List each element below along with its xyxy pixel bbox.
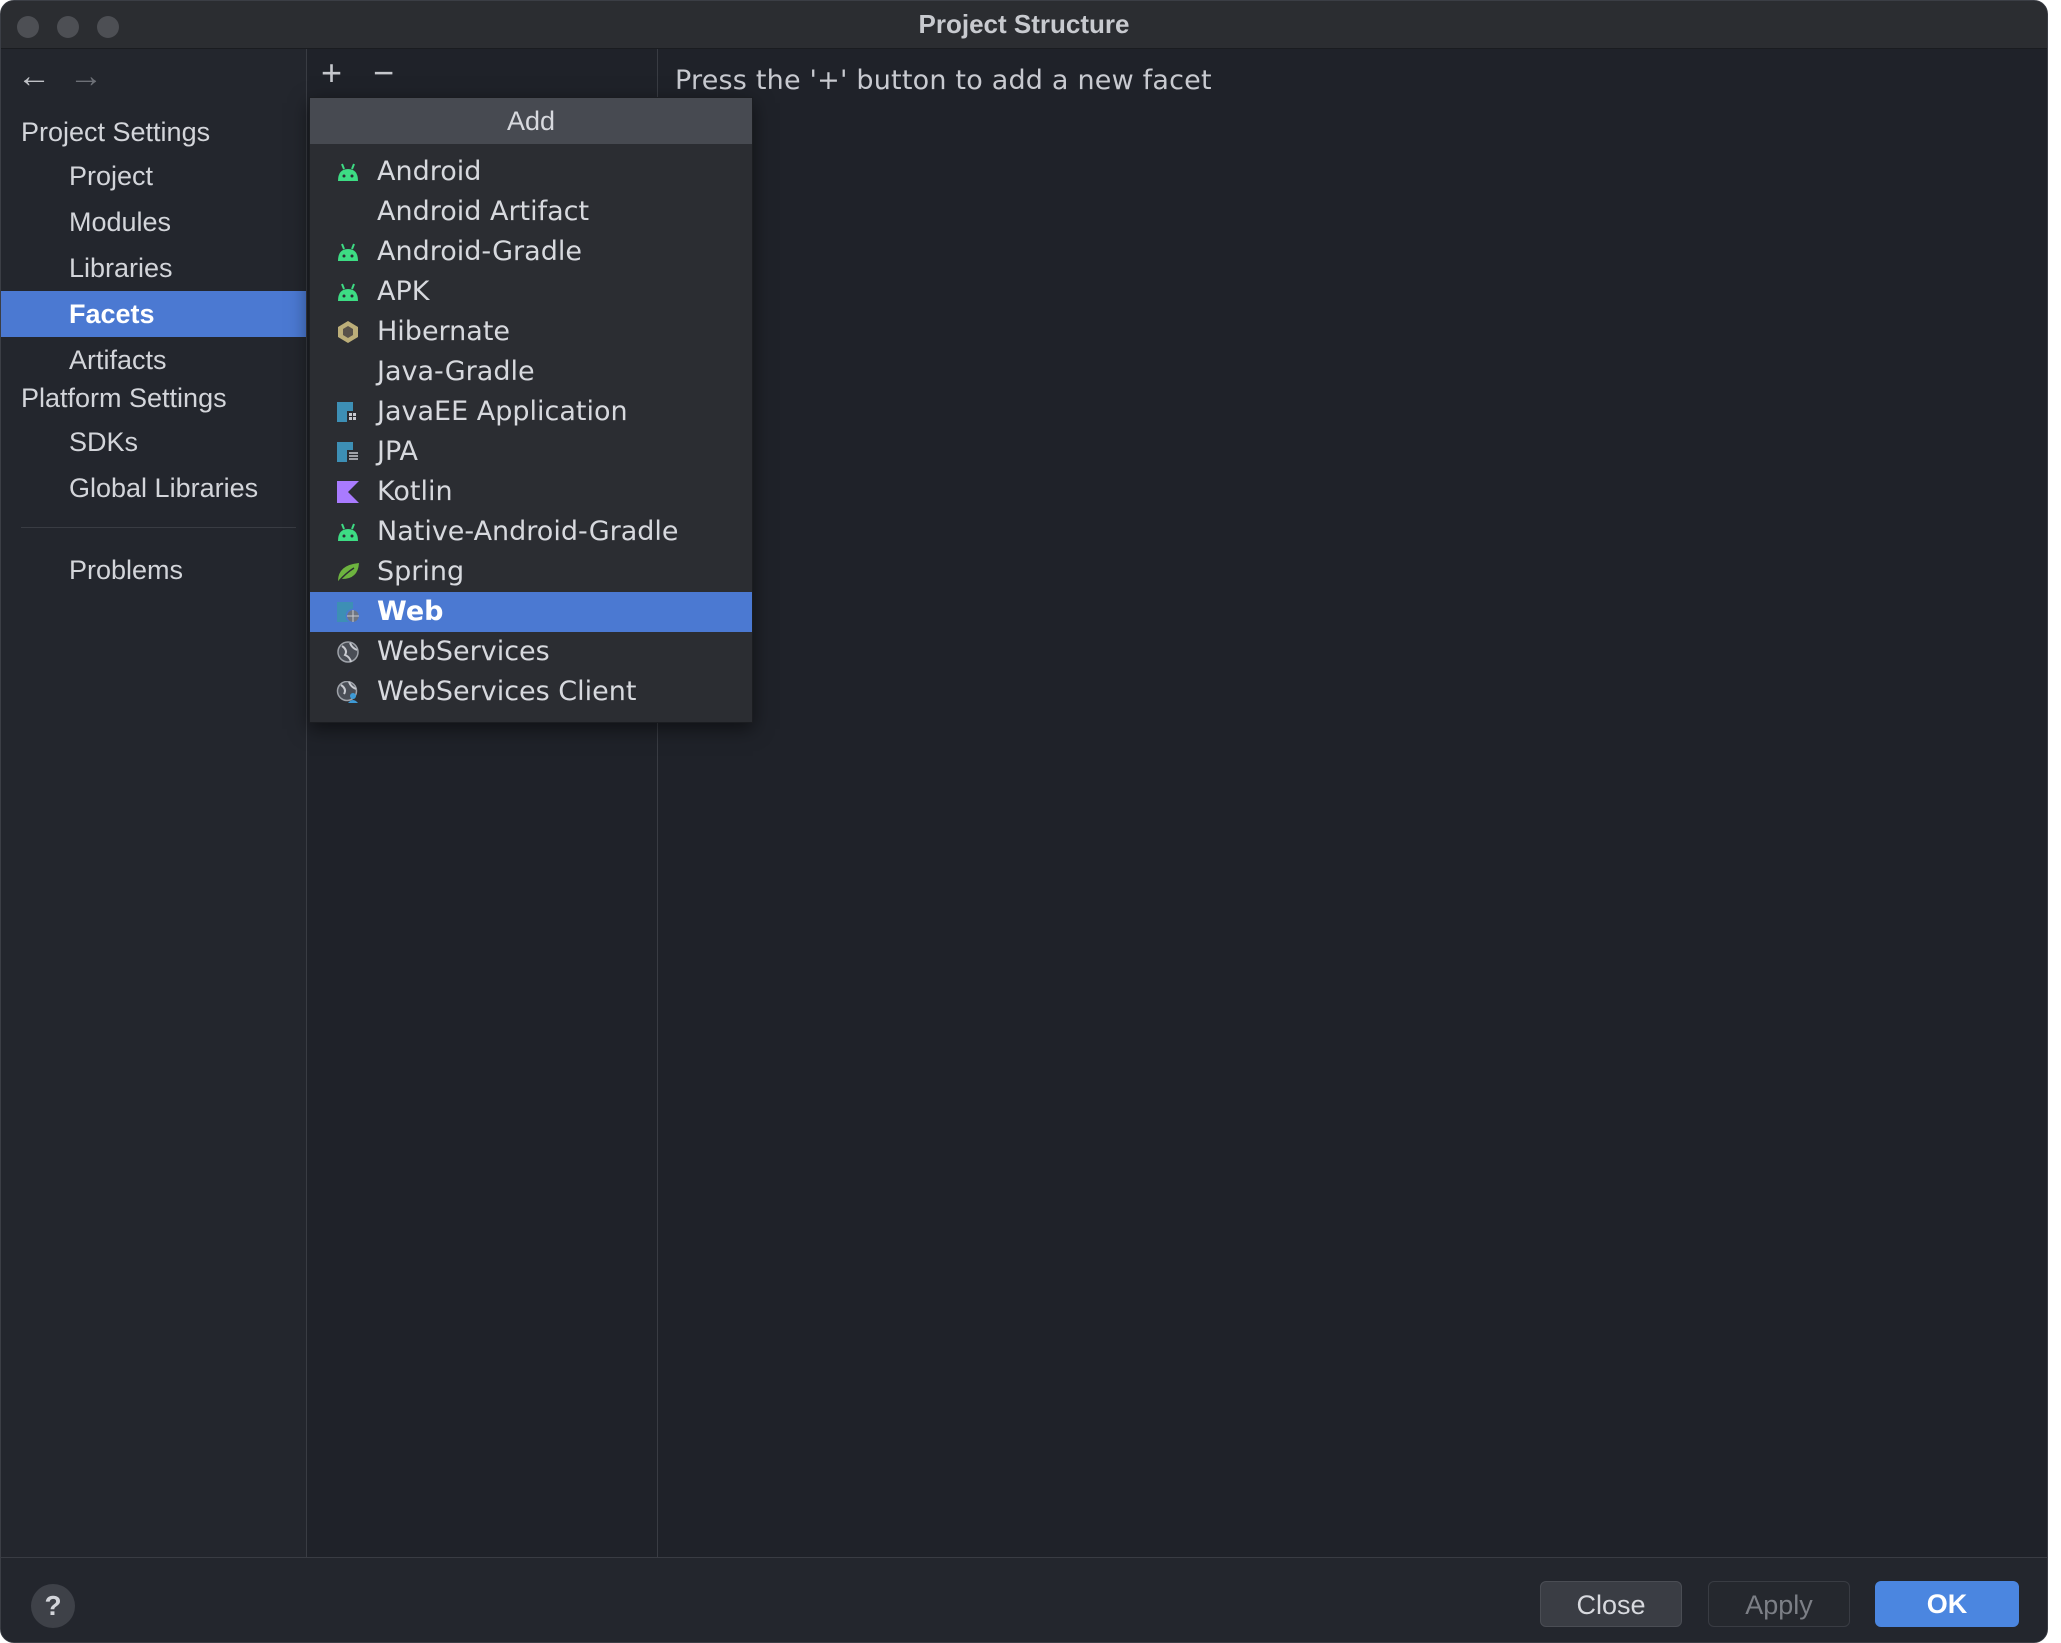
sidebar-item-label: Project: [69, 161, 154, 191]
popup-item-native-android-gradle[interactable]: Native-Android-Gradle: [310, 512, 752, 552]
title-bar: Project Structure: [1, 1, 2047, 49]
spring-leaf-icon: [338, 563, 359, 582]
help-button[interactable]: ?: [31, 1584, 75, 1628]
popup-item-jpa[interactable]: JPA: [310, 432, 752, 472]
popup-item-spring[interactable]: Spring: [310, 552, 752, 592]
kotlin-icon: [337, 481, 359, 503]
popup-item-webservices-client[interactable]: WebServices Client: [310, 672, 752, 712]
arrow-left-icon[interactable]: ←: [17, 59, 51, 93]
globe-user-icon: [336, 681, 358, 703]
sidebar-item-label: Libraries: [69, 253, 173, 283]
ok-button[interactable]: OK: [1875, 1581, 2019, 1627]
facet-detail-panel: Press the '+' button to add a new facet: [659, 49, 2047, 1557]
sidebar-item-label: Modules: [69, 207, 172, 237]
popup-item-label: Android: [377, 156, 482, 187]
globe-icon: [337, 641, 359, 663]
popup-item-label: Android Artifact: [377, 196, 590, 227]
popup-item-android-gradle[interactable]: Android-Gradle: [310, 232, 752, 272]
hibernate-icon: [338, 321, 358, 343]
minus-icon[interactable]: −: [373, 55, 394, 91]
popup-item-hibernate[interactable]: Hibernate: [310, 312, 752, 352]
popup-item-label: Android-Gradle: [377, 236, 582, 267]
sidebar-item-problems[interactable]: Problems: [1, 547, 306, 593]
sidebar-item-label: SDKs: [69, 427, 139, 457]
popup-item-label: Kotlin: [377, 476, 453, 507]
android-icon: [338, 523, 358, 541]
popup-item-label: Java-Gradle: [377, 356, 535, 387]
popup-item-web[interactable]: Web: [310, 592, 752, 632]
sidebar-item-project[interactable]: Project: [1, 153, 306, 199]
close-button[interactable]: Close: [1540, 1581, 1682, 1627]
sidebar-item-global-libraries[interactable]: Global Libraries: [1, 465, 306, 511]
android-icon: [338, 283, 358, 301]
popup-item-java-gradle[interactable]: Java-Gradle: [310, 352, 752, 392]
sidebar-item-artifacts[interactable]: Artifacts: [1, 337, 306, 383]
arrow-right-icon[interactable]: →: [69, 59, 103, 93]
empty-hint-text: Press the '+' button to add a new facet: [675, 65, 1212, 96]
popup-item-label: APK: [377, 276, 430, 307]
popup-header: Add: [310, 98, 752, 144]
sidebar-item-modules[interactable]: Modules: [1, 199, 306, 245]
sidebar-divider: [21, 527, 296, 528]
popup-item-label: Native-Android-Gradle: [377, 516, 679, 547]
android-icon: [338, 243, 358, 261]
popup-item-kotlin[interactable]: Kotlin: [310, 472, 752, 512]
popup-item-javaee-application[interactable]: JavaEE Application: [310, 392, 752, 432]
javaee-icon: [337, 402, 359, 423]
sidebar-item-sdks[interactable]: SDKs: [1, 419, 306, 465]
section-project-settings: Project Settings: [21, 117, 211, 147]
web-icon: [337, 602, 360, 623]
popup-item-label: JPA: [377, 436, 418, 467]
sidebar-item-label: Facets: [69, 299, 155, 329]
popup-item-android-artifact[interactable]: Android Artifact: [310, 192, 752, 232]
plus-icon[interactable]: +: [321, 55, 342, 91]
popup-item-label: JavaEE Application: [377, 396, 628, 427]
popup-item-android[interactable]: Android: [310, 152, 752, 192]
sidebar-item-libraries[interactable]: Libraries: [1, 245, 306, 291]
popup-item-apk[interactable]: APK: [310, 272, 752, 312]
window-title: Project Structure: [918, 9, 1130, 39]
popup-item-label: Web: [377, 596, 444, 627]
popup-item-label: WebServices Client: [377, 676, 637, 707]
sidebar: ← → Project Settings Project Modules Lib…: [1, 49, 307, 1557]
popup-item-label: Spring: [377, 556, 465, 587]
jpa-icon: [337, 442, 359, 463]
popup-item-webservices[interactable]: WebServices: [310, 632, 752, 672]
popup-item-label: Hibernate: [377, 316, 511, 347]
dialog-footer: ? Close Apply OK: [1, 1557, 2047, 1642]
apply-button[interactable]: Apply: [1708, 1581, 1850, 1627]
section-platform-settings: Platform Settings: [21, 383, 227, 413]
sidebar-item-label: Artifacts: [69, 345, 167, 375]
android-icon: [338, 163, 358, 181]
project-structure-window: Project Structure ← → Project Settings P…: [0, 0, 2048, 1643]
add-facet-popup: Add Android Android Artifact Android-Gra…: [309, 97, 753, 723]
popup-item-label: WebServices: [377, 636, 550, 667]
sidebar-item-facets[interactable]: Facets: [1, 291, 306, 337]
popup-list: Android Android Artifact Android-Gradle …: [310, 152, 752, 712]
sidebar-item-label: Global Libraries: [69, 473, 259, 503]
sidebar-item-label: Problems: [69, 555, 184, 585]
